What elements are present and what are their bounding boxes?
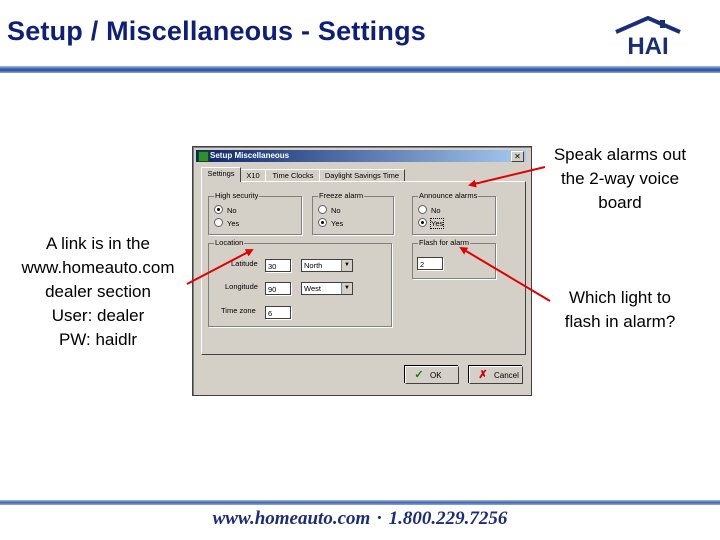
ok-button[interactable]: ✓ OK: [405, 366, 459, 384]
note-line: board: [598, 193, 642, 212]
dialog-title: Setup Miscellaneous: [210, 151, 290, 160]
flash-for-alarm-input[interactable]: 2: [417, 257, 443, 270]
announce-alarms-yes-radio[interactable]: Yes: [418, 218, 445, 229]
x-icon: ✗: [478, 369, 488, 381]
footer-phone: 1.800.229.7256: [388, 508, 508, 529]
latitude-direction-select[interactable]: North ▼: [301, 259, 353, 272]
note-line: A link is in the: [46, 234, 150, 253]
setup-miscellaneous-dialog: Setup Miscellaneous ✕ Settings X10 Time …: [192, 146, 532, 396]
location-group: Location Latitude 30 North ▼ Longitude 90…: [208, 238, 392, 327]
option-label: Yes: [331, 219, 344, 228]
hai-logo: HAI: [612, 15, 684, 60]
selected-value: West: [304, 284, 321, 293]
note-line: Which light to: [568, 288, 672, 307]
option-label: Yes: [429, 218, 445, 229]
longitude-input[interactable]: 90: [265, 282, 291, 295]
footer-website: www.homeauto.com: [212, 508, 371, 529]
longitude-label: Longitude: [225, 282, 258, 291]
group-label: Freeze alarm: [318, 191, 365, 201]
group-label: Location: [214, 238, 245, 248]
radio-icon: [318, 205, 327, 214]
announce-alarms-no-radio[interactable]: No: [418, 205, 441, 216]
radio-selected-icon: [318, 218, 327, 227]
group-label: Flash for alarm: [418, 238, 471, 248]
close-icon[interactable]: ✕: [511, 151, 524, 162]
dialog-titlebar[interactable]: Setup Miscellaneous ✕: [196, 150, 526, 162]
longitude-direction-select[interactable]: West ▼: [301, 282, 353, 295]
note-line: Speak alarms out: [553, 145, 687, 164]
high-security-yes-radio[interactable]: Yes: [214, 218, 239, 229]
cancel-button[interactable]: ✗ Cancel: [469, 366, 523, 384]
note-line: www.homeauto.com: [21, 258, 175, 277]
dealer-link-note: A link is in the www.homeauto.com dealer…: [4, 232, 192, 352]
tab-settings[interactable]: Settings: [201, 167, 241, 182]
note-line: User: dealer: [51, 306, 145, 325]
hai-house-icon: HAI: [615, 15, 681, 60]
button-label: Cancel: [494, 371, 519, 380]
freeze-alarm-no-radio[interactable]: No: [318, 205, 341, 216]
high-security-no-radio[interactable]: No: [214, 205, 237, 216]
group-label: High security: [214, 191, 260, 201]
title-divider: [0, 66, 720, 73]
freeze-alarm-yes-radio[interactable]: Yes: [318, 218, 343, 229]
settings-panel: High security No Yes Freeze alarm No Yes…: [201, 181, 526, 355]
radio-icon: [214, 218, 223, 227]
latitude-label: Latitude: [231, 259, 258, 268]
note-line: dealer section: [45, 282, 151, 301]
selected-value: North: [304, 261, 323, 270]
radio-icon: [418, 205, 427, 214]
option-label: No: [431, 206, 441, 215]
announce-alarms-group: Announce alarms No Yes: [412, 191, 496, 235]
speak-alarms-note: Speak alarms out the 2-way voice board: [534, 143, 706, 215]
option-label: No: [331, 206, 341, 215]
latitude-input[interactable]: 30: [265, 259, 291, 272]
radio-selected-icon: [418, 218, 427, 227]
timezone-input[interactable]: 6: [265, 306, 291, 319]
group-label: Announce alarms: [418, 191, 479, 201]
checkmark-icon: ✓: [414, 369, 424, 381]
option-label: Yes: [227, 219, 240, 228]
logo-text: HAI: [627, 33, 668, 58]
freeze-alarm-group: Freeze alarm No Yes: [312, 191, 394, 235]
footer: www.homeauto.com · 1.800.229.7256: [0, 508, 720, 530]
dropdown-arrow-icon[interactable]: ▼: [341, 283, 352, 294]
flash-light-note: Which light to flash in alarm?: [534, 286, 706, 334]
app-icon: [198, 151, 209, 162]
dropdown-arrow-icon[interactable]: ▼: [341, 260, 352, 271]
flash-for-alarm-group: Flash for alarm 2: [412, 238, 496, 279]
radio-selected-icon: [214, 205, 223, 214]
note-line: the 2-way voice: [560, 169, 680, 188]
slide-title: Setup / Miscellaneous - Settings: [7, 16, 426, 46]
footer-divider: [0, 500, 720, 505]
footer-separator: ·: [376, 508, 383, 529]
timezone-label: Time zone: [221, 306, 256, 315]
option-label: No: [227, 206, 237, 215]
note-line: flash in alarm?: [564, 312, 676, 331]
high-security-group: High security No Yes: [208, 191, 302, 235]
note-line: PW: haidlr: [58, 330, 138, 349]
button-label: OK: [430, 371, 442, 380]
